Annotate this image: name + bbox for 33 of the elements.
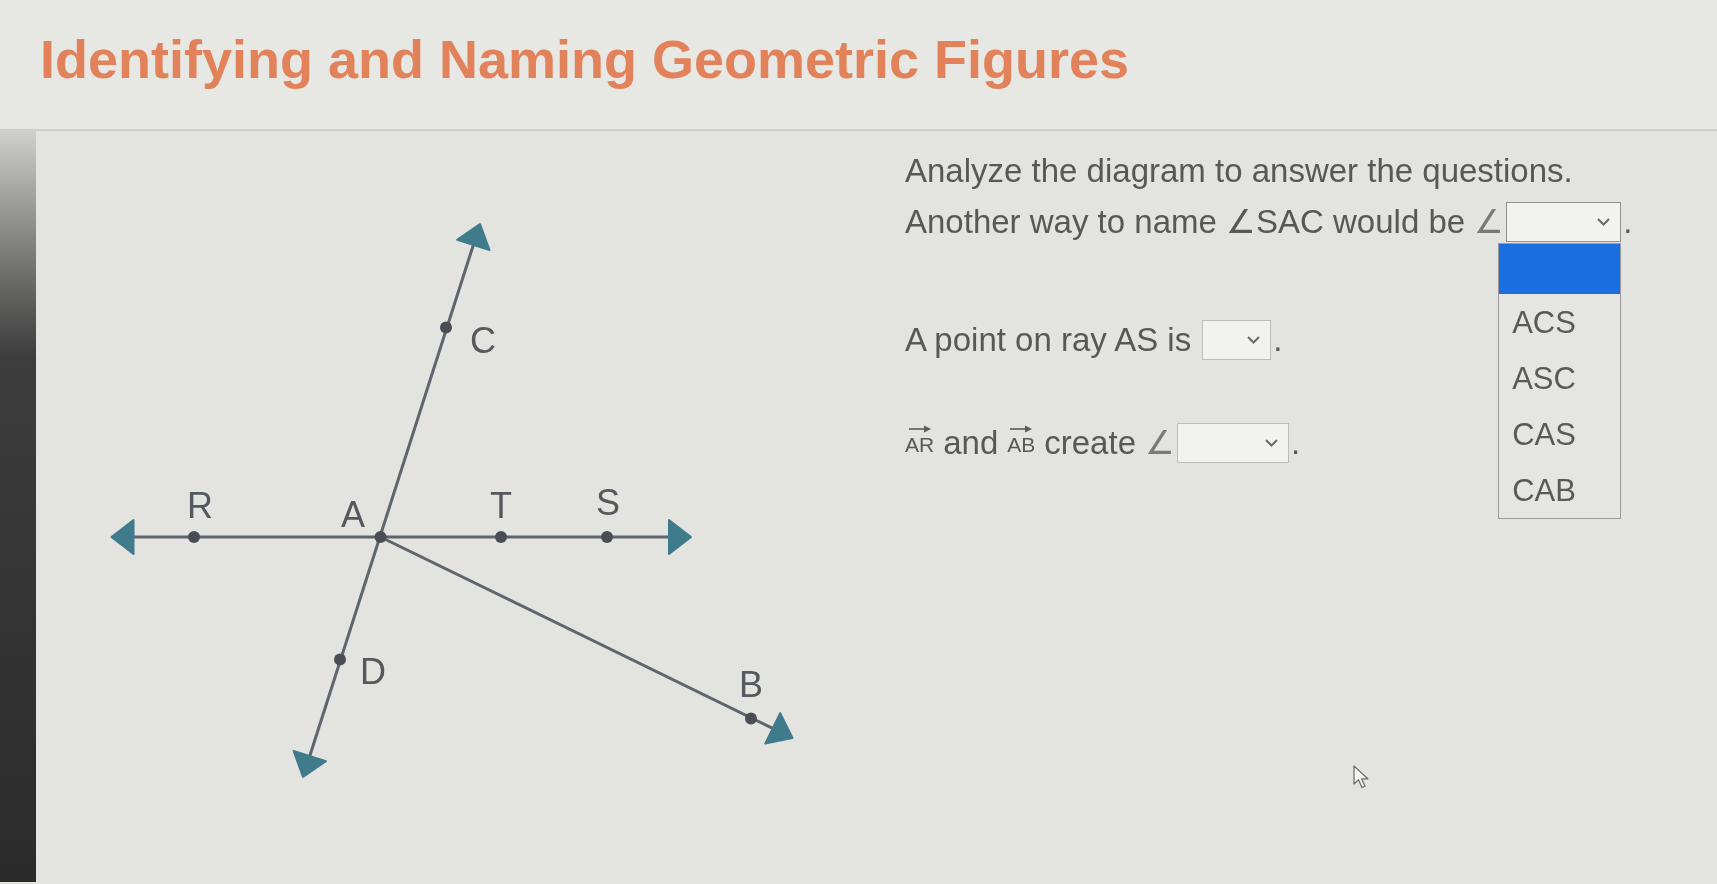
- point-label: D: [360, 650, 386, 692]
- question-text: .: [1623, 202, 1633, 243]
- chevron-down-icon: [1247, 336, 1261, 344]
- answer-dropdown[interactable]: [1177, 423, 1289, 463]
- chevron-down-icon: [1265, 439, 1278, 447]
- dropdown-option[interactable]: CAS: [1499, 406, 1621, 462]
- point-label: R: [187, 484, 213, 526]
- question-text: A point on ray AS is: [905, 320, 1192, 361]
- question-text: create: [1044, 423, 1136, 464]
- dropdown-option[interactable]: ACS: [1499, 294, 1621, 350]
- question-text: and: [943, 423, 999, 464]
- point-label: S: [596, 481, 620, 523]
- ray-label: AB: [1007, 434, 1036, 455]
- dropdown-option[interactable]: ASC: [1499, 350, 1621, 406]
- ray-label: AR: [905, 434, 935, 455]
- question-text: .: [1273, 320, 1283, 361]
- page-title: Identifying and Naming Geometric Figures: [40, 28, 1131, 91]
- answer-dropdown[interactable]: [1506, 202, 1622, 242]
- angle-symbol: ∠: [1474, 202, 1505, 243]
- answer-dropdown[interactable]: [1202, 320, 1272, 360]
- chevron-down-icon: [1597, 218, 1611, 226]
- question-text: Another way to name ∠SAC would be: [905, 202, 1466, 243]
- point-label: A: [341, 493, 365, 535]
- angle-symbol: ∠: [1145, 423, 1175, 464]
- dropdown-option[interactable]: CAB: [1499, 462, 1621, 518]
- question-text: .: [1291, 423, 1301, 464]
- point-label: T: [490, 484, 512, 526]
- point-label: B: [739, 663, 763, 705]
- instructions-text: Analyze the diagram to answer the questions.: [905, 151, 1573, 192]
- ray-arrow-icon: [908, 425, 931, 433]
- ray-arrow-icon: [1010, 425, 1033, 433]
- point-label: C: [470, 319, 496, 361]
- mouse-pointer-icon: [1353, 765, 1370, 789]
